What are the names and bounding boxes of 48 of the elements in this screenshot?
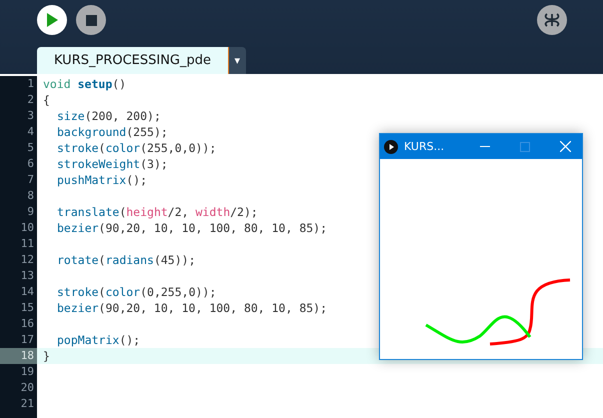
line-number: 8 — [0, 188, 37, 204]
code-line: bezier(90,20, 10, 10, 100, 80, 10, 85); — [56, 220, 328, 236]
butterfly-icon — [543, 11, 561, 29]
stop-button[interactable] — [76, 5, 106, 35]
code-line: bezier(90,20, 10, 10, 100, 80, 10, 85); — [56, 300, 328, 316]
app-icon — [384, 140, 398, 154]
code-line: } — [42, 348, 50, 364]
line-number: 20 — [0, 380, 37, 396]
tab-menu-button[interactable]: ▾ — [229, 47, 246, 74]
line-number: 14 — [0, 284, 37, 300]
code-line: pushMatrix(); — [56, 172, 148, 188]
code-line: rotate(radians(45)); — [56, 252, 196, 268]
line-number: 5 — [0, 140, 37, 156]
code-line: stroke(color(255,0,0)); — [56, 140, 216, 156]
code-line: { — [42, 92, 50, 108]
line-number: 15 — [0, 300, 37, 316]
line-number: 4 — [0, 124, 37, 140]
line-number: 6 — [0, 156, 37, 172]
line-number: 2 — [0, 92, 37, 108]
line-number: 18 — [0, 348, 37, 364]
file-tab[interactable]: KURS_PROCESSING_pde — [37, 47, 230, 74]
code-line: size(200, 200); — [56, 108, 161, 124]
line-number: 9 — [0, 204, 37, 220]
line-number: 3 — [0, 108, 37, 124]
line-number: 21 — [0, 396, 37, 412]
line-number: 11 — [0, 236, 37, 252]
minimize-icon — [480, 146, 490, 147]
line-number: 13 — [0, 268, 37, 284]
code-line: background(255); — [56, 124, 168, 140]
code-line: popMatrix(); — [56, 332, 140, 348]
window-title: KURS... — [404, 140, 444, 153]
close-icon — [560, 141, 570, 152]
line-number: 1 — [0, 76, 37, 92]
run-button[interactable] — [37, 5, 67, 35]
line-number: 16 — [0, 316, 37, 332]
line-number: 17 — [0, 332, 37, 348]
play-icon — [46, 13, 58, 27]
line-number: 7 — [0, 172, 37, 188]
stop-icon — [86, 14, 96, 26]
code-line: strokeWeight(3); — [56, 156, 168, 172]
maximize-icon — [520, 142, 530, 152]
code-line: void setup() — [42, 76, 126, 92]
code-line: translate(height/2, width/2); — [56, 204, 258, 220]
code-line: stroke(color(0,255,0)); — [56, 284, 216, 300]
line-number: 12 — [0, 252, 37, 268]
debug-button[interactable] — [537, 5, 567, 35]
line-number: 10 — [0, 220, 37, 236]
line-number: 19 — [0, 364, 37, 380]
